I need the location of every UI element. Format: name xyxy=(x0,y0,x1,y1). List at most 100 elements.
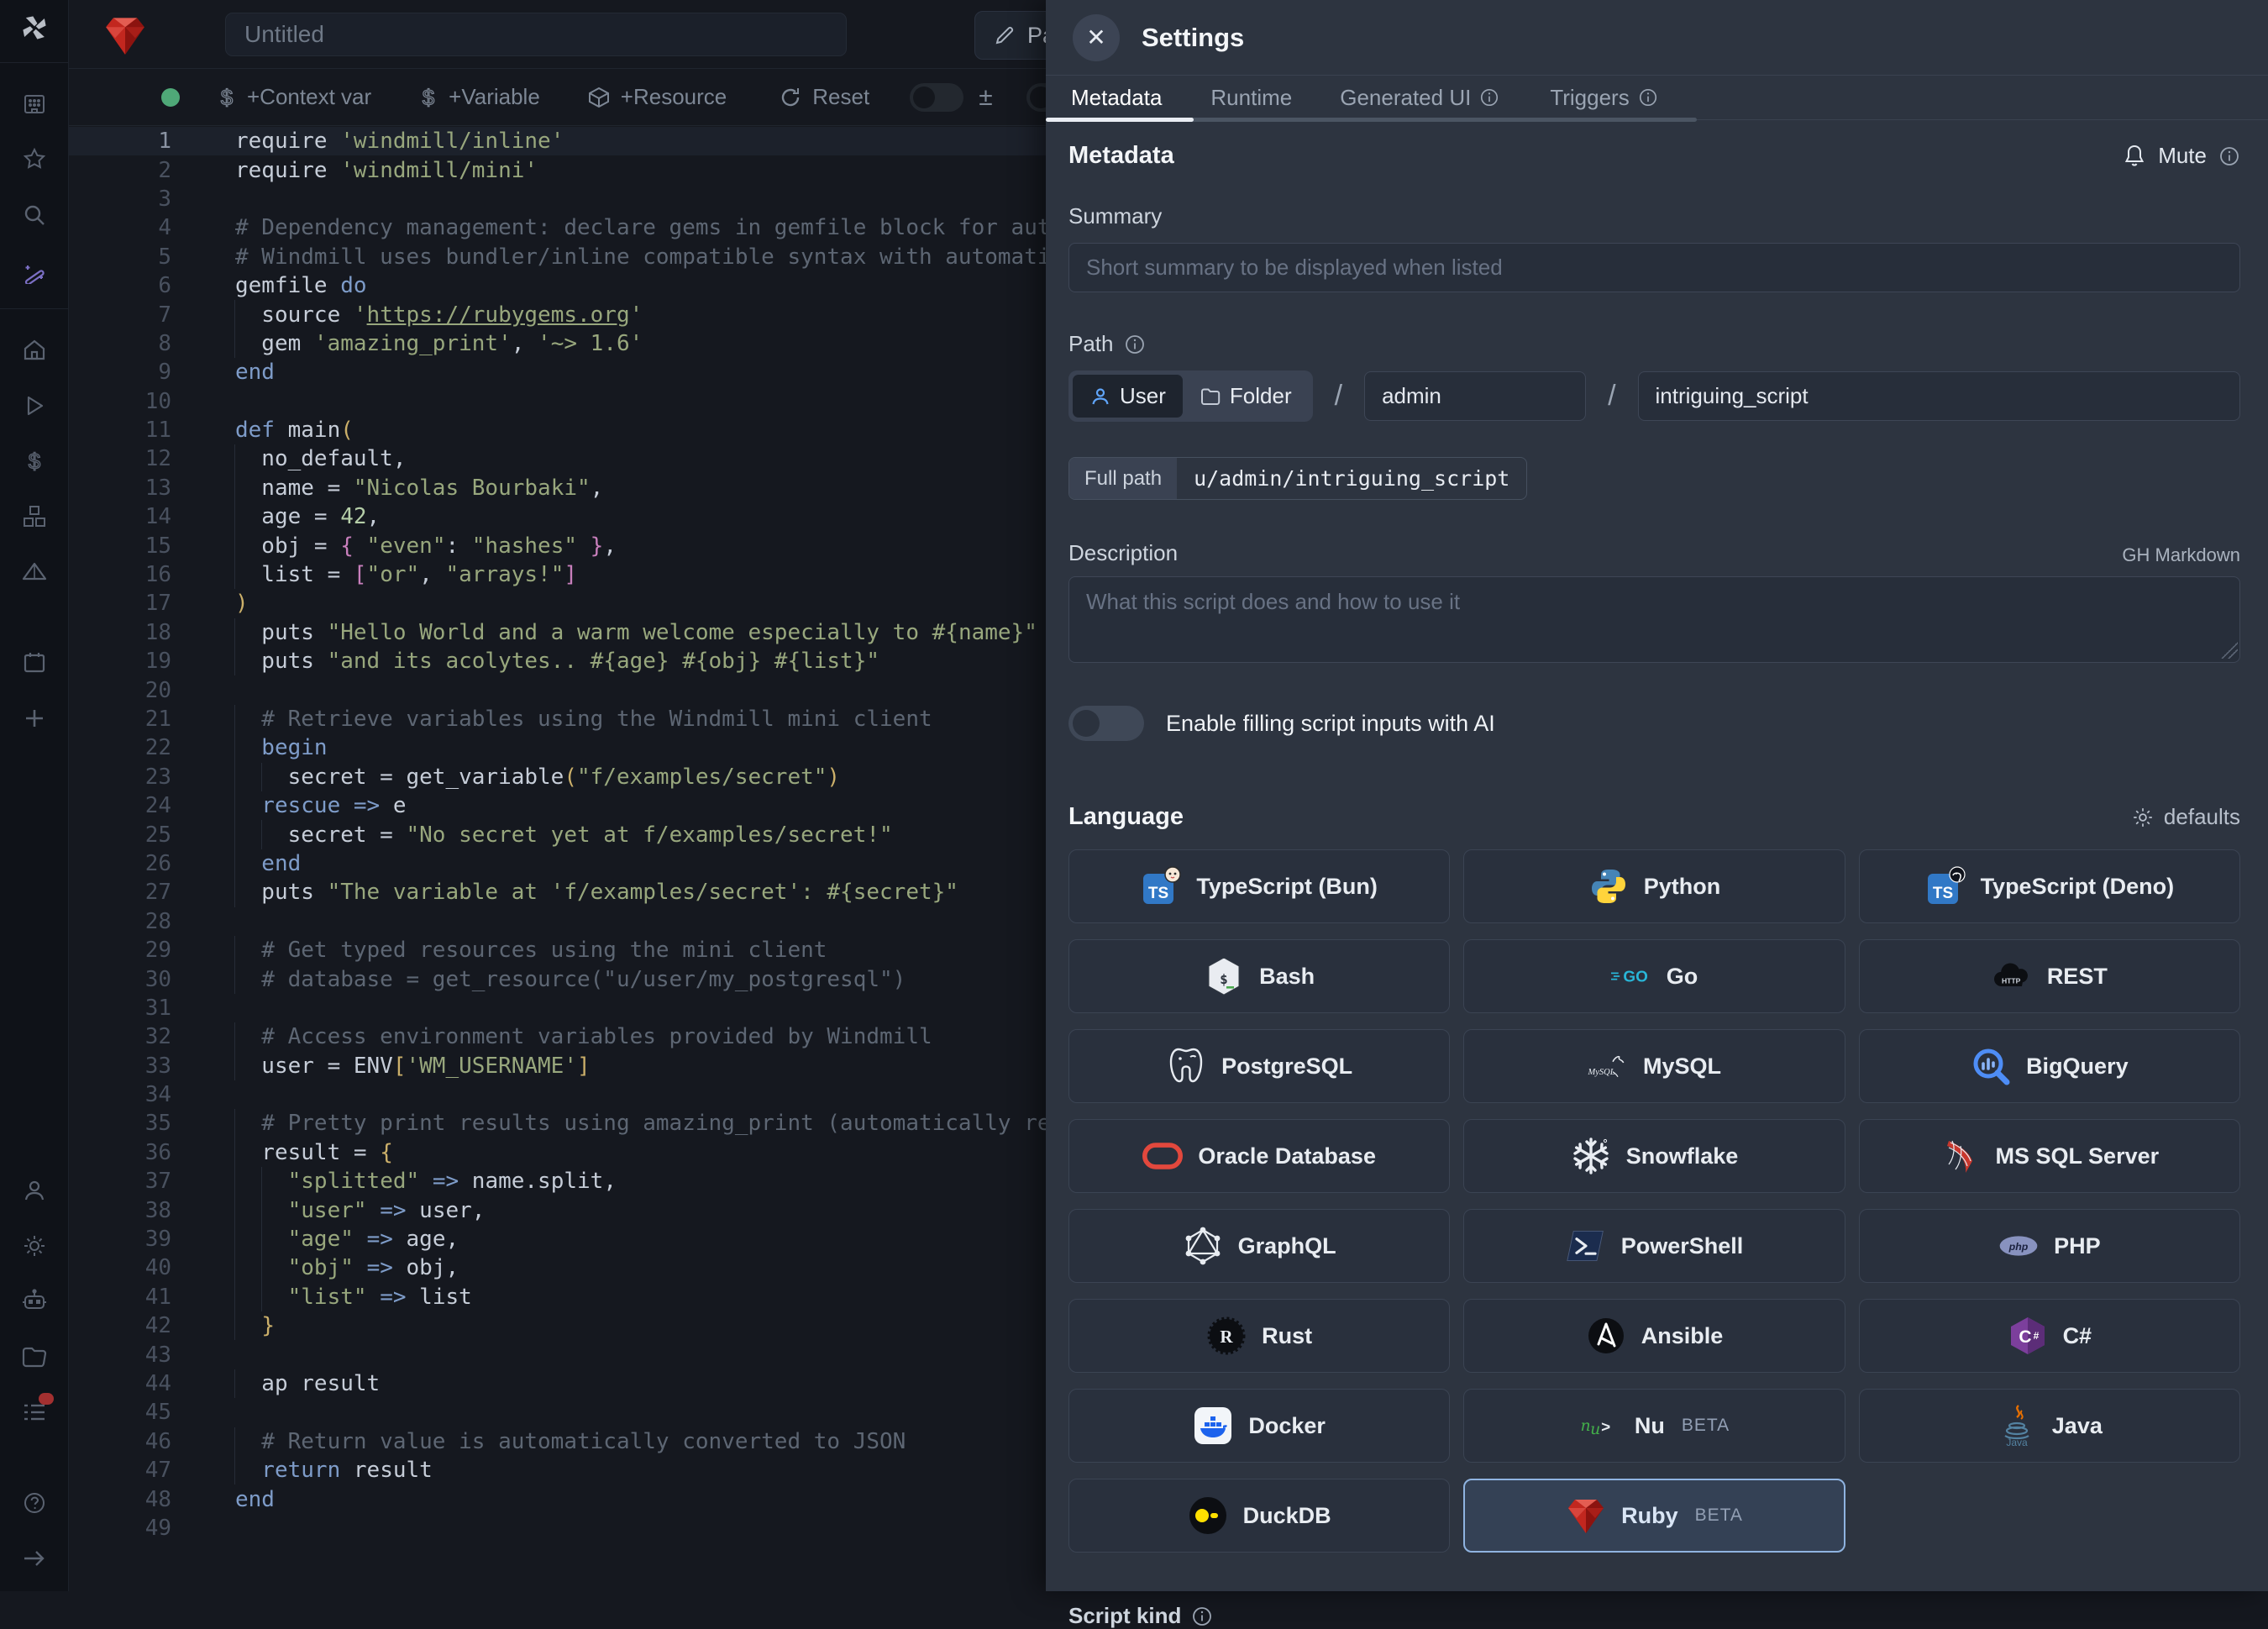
language-button-ms-sql-server[interactable]: MS SQL Server xyxy=(1859,1119,2240,1193)
description-textarea[interactable] xyxy=(1068,576,2240,663)
language-button-powershell[interactable]: PowerShell xyxy=(1463,1209,1845,1283)
line-number: 31 xyxy=(69,996,195,1021)
mute-control[interactable]: Mute xyxy=(2123,143,2240,169)
add-variable-button[interactable]: $ +Variable xyxy=(418,84,540,110)
tab-generated-ui[interactable]: Generated UI xyxy=(1340,85,1499,111)
line-content: secret = get_variable("f/examples/secret… xyxy=(195,765,840,790)
summary-input[interactable] xyxy=(1068,243,2240,292)
line-number: 35 xyxy=(69,1111,195,1136)
language-button-c-[interactable]: C#C# xyxy=(1859,1299,2240,1373)
svg-text:HTTP: HTTP xyxy=(2002,977,2021,985)
full-path-display: Full path u/admin/intriguing_script xyxy=(1068,457,1527,500)
path-separator: / xyxy=(1608,380,1615,413)
defaults-button[interactable]: defaults xyxy=(2132,804,2240,830)
workspace-icon[interactable] xyxy=(20,90,49,118)
expand-arrow-icon[interactable] xyxy=(20,1544,49,1573)
language-button-mysql[interactable]: MySQLMySQL xyxy=(1463,1029,1845,1103)
language-button-ruby[interactable]: RubyBETA xyxy=(1463,1479,1845,1553)
audit-logs-icon[interactable] xyxy=(20,1398,49,1427)
language-button-python[interactable]: Python xyxy=(1463,849,1845,923)
language-button-rust[interactable]: RRust xyxy=(1068,1299,1450,1373)
runs-icon[interactable] xyxy=(20,391,49,420)
postgres-icon xyxy=(1166,1046,1206,1086)
language-button-php[interactable]: phpPHP xyxy=(1859,1209,2240,1283)
variables-icon[interactable]: $ xyxy=(20,447,49,476)
home-icon[interactable] xyxy=(20,336,49,365)
language-button-typescript-deno-[interactable]: TSTypeScript (Deno) xyxy=(1859,849,2240,923)
gear-icon[interactable] xyxy=(20,1232,49,1260)
language-button-bigquery[interactable]: BigQuery xyxy=(1859,1029,2240,1103)
language-button-rest[interactable]: HTTPREST xyxy=(1859,939,2240,1013)
reset-button[interactable]: Reset xyxy=(779,84,869,110)
line-number: 13 xyxy=(69,476,195,501)
language-button-postgresql[interactable]: PostgreSQL xyxy=(1068,1029,1450,1103)
add-resource-button[interactable]: +Resource xyxy=(587,84,727,110)
language-button-duckdb[interactable]: DuckDB xyxy=(1068,1479,1450,1553)
info-icon xyxy=(1191,1605,1213,1627)
resources-icon[interactable] xyxy=(20,502,49,531)
robot-icon[interactable] xyxy=(20,1287,49,1316)
line-content: "user" => user, xyxy=(195,1198,485,1223)
search-icon[interactable] xyxy=(20,201,49,229)
line-number: 7 xyxy=(69,302,195,328)
duckdb-icon xyxy=(1188,1495,1228,1536)
user-icon[interactable] xyxy=(20,1176,49,1205)
mysql-icon: MySQL xyxy=(1588,1046,1628,1086)
deno-icon: TS xyxy=(1925,866,1966,906)
indent-guide xyxy=(234,1022,235,1051)
tab-indicator-track[interactable] xyxy=(1046,118,1697,122)
line-number: 4 xyxy=(69,215,195,240)
language-button-java[interactable]: JavaJava xyxy=(1859,1389,2240,1463)
line-number: 3 xyxy=(69,187,195,212)
python-icon xyxy=(1588,866,1629,906)
path-name-input[interactable] xyxy=(1638,371,2240,421)
rest-icon: HTTP xyxy=(1992,956,2032,996)
line-number: 34 xyxy=(69,1082,195,1107)
language-button-bash[interactable]: $Bash xyxy=(1068,939,1450,1013)
tab-label: Runtime xyxy=(1210,85,1292,111)
language-button-docker[interactable]: Docker xyxy=(1068,1389,1450,1463)
path-owner-input[interactable] xyxy=(1364,371,1586,421)
language-button-oracle-database[interactable]: Oracle Database xyxy=(1068,1119,1450,1193)
add-context-var-button[interactable]: $ +Context var xyxy=(217,84,371,110)
folder-icon[interactable] xyxy=(20,1343,49,1371)
owner-kind-segmented: User Folder xyxy=(1068,370,1313,422)
textarea-resize-handle[interactable] xyxy=(2221,642,2238,659)
language-button-nu[interactable]: nu>NuBETA xyxy=(1463,1389,1845,1463)
help-icon[interactable] xyxy=(20,1489,49,1517)
language-button-go[interactable]: GOGo xyxy=(1463,939,1845,1013)
line-content: age = 42, xyxy=(195,504,380,529)
tab-metadata[interactable]: Metadata xyxy=(1071,85,1162,111)
language-button-ansible[interactable]: Ansible xyxy=(1463,1299,1845,1373)
windmill-logo-icon[interactable] xyxy=(20,13,49,42)
schedules-icon[interactable] xyxy=(20,558,49,586)
calendar-icon[interactable] xyxy=(20,649,49,677)
summary-label: Summary xyxy=(1068,203,2240,229)
line-content: end xyxy=(195,1487,275,1512)
close-icon[interactable]: ✕ xyxy=(1073,14,1120,61)
magic-wand-icon[interactable] xyxy=(20,256,49,285)
pencil-icon xyxy=(994,24,1016,46)
owner-kind-user-button[interactable]: User xyxy=(1073,375,1183,418)
path-separator: / xyxy=(1335,380,1342,413)
language-label: Snowflake xyxy=(1626,1143,1739,1169)
tab-triggers[interactable]: Triggers xyxy=(1550,85,1657,111)
star-icon[interactable] xyxy=(20,145,49,174)
language-label: MS SQL Server xyxy=(1996,1143,2160,1169)
tab-runtime[interactable]: Runtime xyxy=(1210,85,1292,111)
script-title-input[interactable] xyxy=(225,13,847,56)
line-number: 48 xyxy=(69,1487,195,1512)
info-icon xyxy=(1479,87,1499,108)
indent-guide xyxy=(234,560,235,589)
language-button-snowflake[interactable]: Snowflake xyxy=(1463,1119,1845,1193)
ai-fill-toggle[interactable] xyxy=(1068,706,1144,741)
plus-icon[interactable] xyxy=(20,704,49,733)
diff-toggle[interactable] xyxy=(910,83,963,112)
line-number: 41 xyxy=(69,1285,195,1310)
line-number: 14 xyxy=(69,504,195,529)
owner-kind-folder-button[interactable]: Folder xyxy=(1183,375,1309,418)
language-button-graphql[interactable]: GraphQL xyxy=(1068,1209,1450,1283)
language-button-typescript-bun-[interactable]: TSTypeScript (Bun) xyxy=(1068,849,1450,923)
tab-label: Generated UI xyxy=(1340,85,1471,111)
line-content: # Retrieve variables using the Windmill … xyxy=(195,707,932,732)
